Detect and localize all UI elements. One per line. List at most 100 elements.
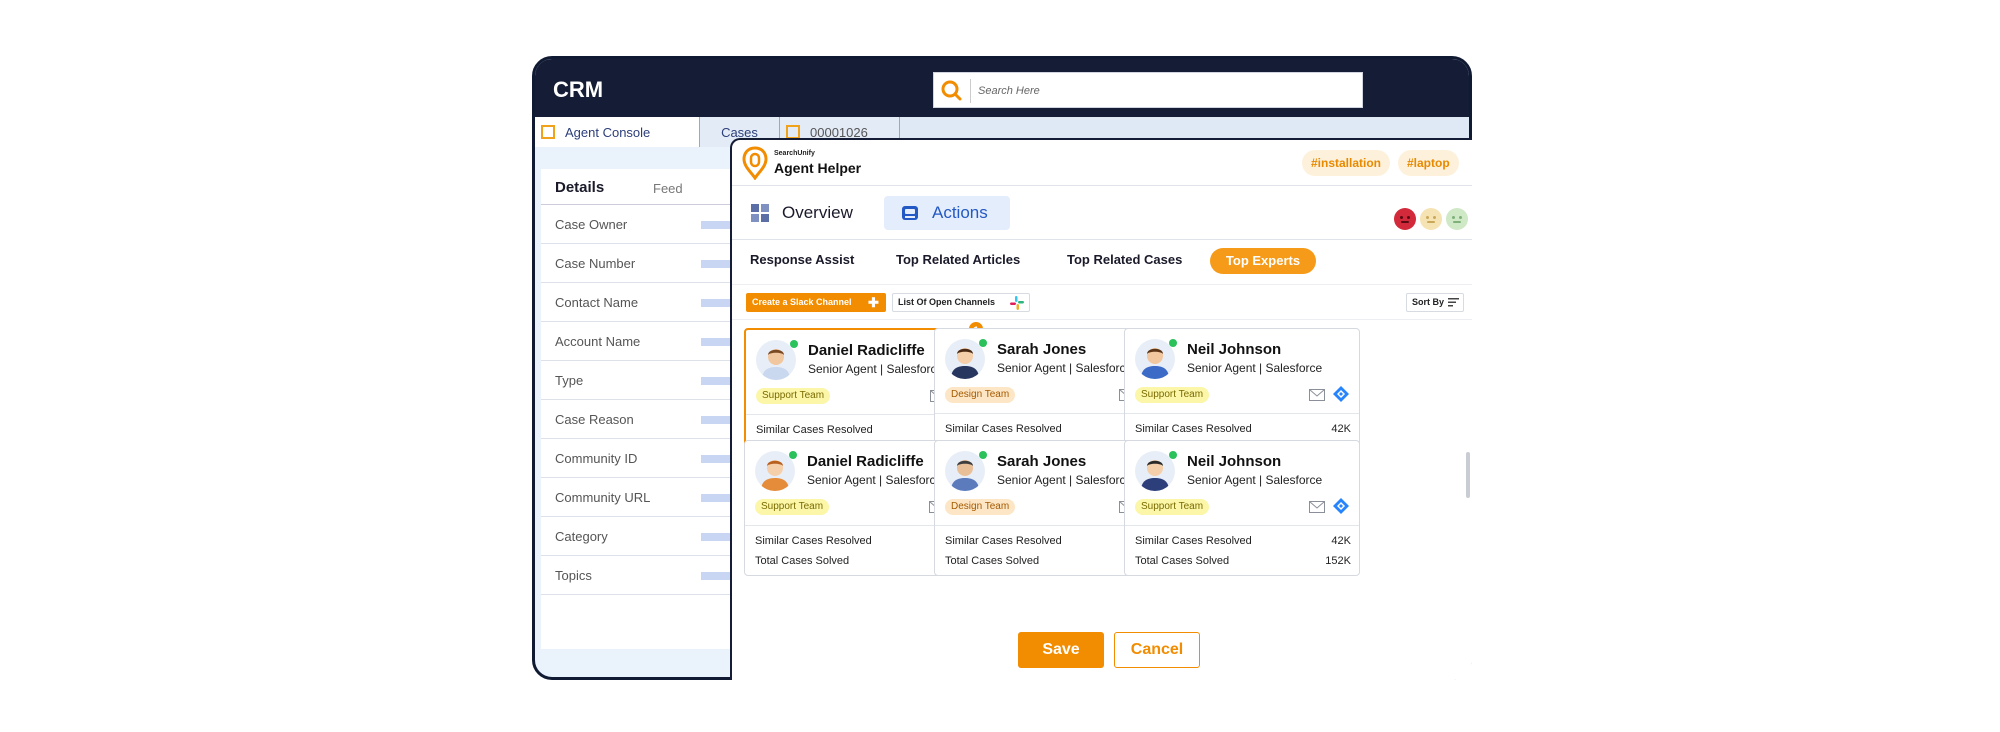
tab-details[interactable]: Details [555,179,604,196]
subtab-top-experts[interactable]: Top Experts [1210,248,1316,274]
online-status-dot [790,340,798,348]
happy-face-icon[interactable] [1446,208,1468,230]
scrollbar-thumb[interactable] [1466,452,1470,498]
jira-icon[interactable] [1333,386,1349,402]
expert-name: Daniel Radicliffe [807,453,924,470]
expert-role: Senior Agent | Salesforce [997,361,1133,375]
face-eye [1407,216,1410,219]
field-row: Community ID [541,439,741,478]
online-status-dot [979,451,987,459]
team-badge: Support Team [755,499,830,515]
expert-role: Senior Agent | Salesforce [1187,361,1323,375]
expert-role: Senior Agent | Salesforce [808,362,944,376]
inbox-icon [902,206,918,220]
sort-icon [1448,298,1459,307]
jira-icon[interactable] [1333,498,1349,514]
similar-cases-label: Similar Cases Resolved [945,535,1062,547]
cancel-button[interactable]: Cancel [1114,632,1200,668]
field-row: Contact Name [541,283,741,322]
mail-icon[interactable] [1309,388,1325,401]
online-status-dot [979,339,987,347]
field-row: Category [541,517,741,556]
button-label: Create a Slack Channel [752,297,852,307]
mail-icon[interactable] [1309,500,1325,513]
sort-by-button[interactable]: Sort By [1406,293,1464,312]
expert-name: Sarah Jones [997,453,1087,470]
button-label: List Of Open Channels [898,297,996,307]
expert-role: Senior Agent | Salesforce [807,473,943,487]
expert-name: Neil Johnson [1187,453,1282,470]
card-divider [1125,413,1359,414]
face-eye [1452,216,1455,219]
tab-feed[interactable]: Feed [653,181,683,196]
field-row: Account Name [541,322,741,361]
field-row: Case Owner [541,205,741,244]
hashtag-laptop[interactable]: #laptop [1398,150,1459,176]
field-row: Case Reason [541,400,741,439]
similar-cases-label: Similar Cases Resolved [756,424,873,436]
expert-role: Senior Agent | Salesforce [997,473,1133,487]
hashtag-installation[interactable]: #installation [1302,150,1391,176]
face-eye [1426,216,1429,219]
crm-header: CRM [535,59,1469,117]
field-label: Community URL [555,490,651,505]
tab-overview[interactable]: Overview [750,196,853,230]
search-box[interactable] [933,72,1363,108]
tab-label: Overview [782,203,853,222]
tab-agent-console[interactable]: Agent Console [535,117,700,147]
expert-name: Daniel Radicliffe [808,342,925,359]
neutral-face-icon[interactable] [1420,208,1442,230]
field-label: Type [555,373,584,388]
field-label: Contact Name [555,295,639,310]
field-label: Community ID [555,451,638,466]
list-open-channels-button[interactable]: List Of Open Channels [892,293,1030,312]
field-label: Case Reason [555,412,634,427]
subtab-top-related-articles[interactable]: Top Related Articles [896,252,1020,267]
field-row: Case Number [541,244,741,283]
expert-card[interactable]: Neil Johnson Senior Agent | Salesforce Sup… [1124,440,1360,576]
subtab-response-assist[interactable]: Response Assist [750,252,854,267]
subtab-top-related-cases[interactable]: Top Related Cases [1067,252,1182,267]
field-label: Category [555,529,608,544]
slack-icon [1010,296,1024,310]
similar-cases-label: Similar Cases Resolved [945,423,1062,435]
save-button[interactable]: Save [1018,632,1104,668]
app-title: CRM [553,77,604,102]
agent-helper-panel: SearchUnify Agent Helper #installation #… [730,138,1472,680]
team-badge: Support Team [756,388,831,404]
helper-header: SearchUnify Agent Helper #installation #… [732,140,1472,186]
grid-icon [751,204,769,222]
field-row: Topics [541,556,741,595]
face-mouth [1427,221,1435,223]
angry-face-icon[interactable] [1394,208,1416,230]
searchunify-logo-icon [742,146,768,180]
card-divider [1125,525,1359,526]
search-icon [941,80,962,101]
field-row: Community URL [541,478,741,517]
tab-label: Actions [932,203,988,222]
expert-role: Senior Agent | Salesforce [1187,473,1323,487]
square-icon [541,125,555,139]
field-label: Case Number [555,256,636,271]
expert-name: Sarah Jones [997,341,1087,358]
similar-cases-label: Similar Cases Resolved [1135,535,1252,547]
similar-cases-value: 42K [1331,423,1351,435]
total-cases-label: Total Cases Solved [1135,555,1230,567]
face-mouth [1401,221,1409,223]
square-icon [786,125,800,139]
online-status-dot [1169,451,1177,459]
helper-nav: Overview Actions [732,186,1472,240]
plus-icon: ✚ [868,295,879,310]
field-row: Type [541,361,741,400]
team-badge: Support Team [1135,387,1210,403]
total-cases-value: 152K [1325,555,1351,567]
search-input[interactable] [978,81,1348,101]
create-slack-channel-button[interactable]: Create a Slack Channel ✚ [746,293,886,312]
helper-subtabs: Response Assist Top Related Articles Top… [732,240,1472,284]
details-tab-bar: Details Feed [541,169,741,205]
tab-actions[interactable]: Actions [884,196,1010,230]
helper-title: Agent Helper [774,160,862,176]
total-cases-label: Total Cases Solved [945,555,1040,567]
face-eye [1433,216,1436,219]
details-panel: Details Feed Case Owner Case Number Contac… [541,169,741,649]
